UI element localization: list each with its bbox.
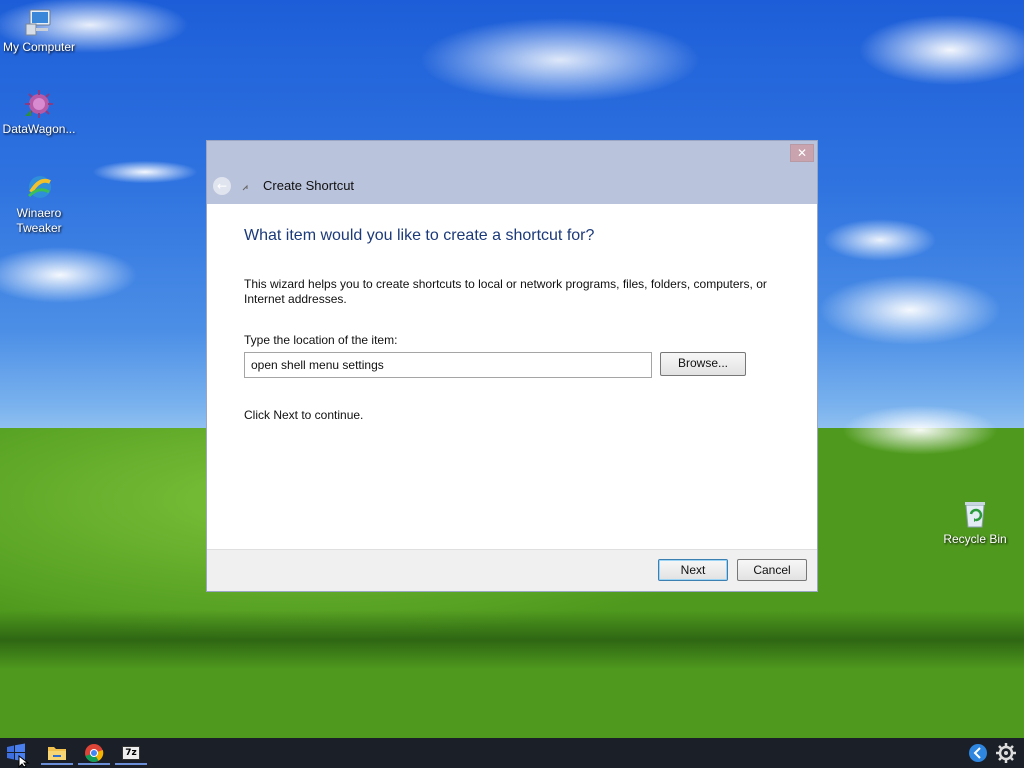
desktop-icon-winaero-tweaker[interactable]: Winaero Tweaker	[0, 172, 78, 236]
wizard-heading: What item would you like to create a sho…	[244, 227, 595, 244]
hill-shadow	[0, 610, 1024, 670]
taskbar-active-indicator	[78, 763, 110, 765]
desktop-icon-recycle-bin[interactable]: Recycle Bin	[936, 498, 1014, 547]
desktop-icon-my-computer[interactable]: My Computer	[0, 6, 78, 55]
datawagon-icon	[25, 90, 53, 118]
chrome-button[interactable]	[78, 741, 110, 765]
wizard-description: This wizard helps you to create shortcut…	[244, 277, 767, 306]
dialog-footer: Next Cancel	[207, 549, 817, 591]
file-explorer-icon	[48, 747, 66, 760]
continue-text: Click Next to continue.	[244, 408, 364, 422]
cancel-button[interactable]: Cancel	[737, 559, 807, 581]
chrome-icon	[85, 744, 104, 763]
settings-button[interactable]	[994, 741, 1018, 765]
desktop-icon-label: Winaero Tweaker	[16, 206, 62, 235]
next-button[interactable]: Next	[658, 559, 728, 581]
back-arrow-icon	[969, 744, 987, 762]
desktop-icon-label: DataWagon...	[2, 122, 76, 136]
winaero-tweaker-icon	[27, 176, 51, 198]
mouse-cursor-icon	[18, 755, 30, 768]
back-arrow-icon[interactable]: ←	[213, 177, 231, 195]
create-shortcut-dialog: ✕ ← Create Shortcut What item would you …	[206, 140, 818, 592]
file-explorer-button[interactable]	[41, 741, 73, 765]
location-label: Type the location of the item:	[244, 333, 398, 347]
taskbar-active-indicator	[115, 763, 147, 765]
gear-icon	[996, 743, 1016, 763]
computer-icon	[25, 9, 51, 36]
recycle-bin-icon	[965, 502, 985, 528]
dialog-title: Create Shortcut	[263, 178, 355, 193]
desktop-icon-label: Recycle Bin	[943, 532, 1007, 546]
tray-back-button[interactable]	[966, 741, 990, 765]
desktop-icon-label: My Computer	[2, 40, 76, 54]
dialog-titlebar[interactable]: ✕ ← Create Shortcut	[207, 141, 817, 204]
taskbar: 7z	[0, 738, 1024, 768]
7zip-button[interactable]: 7z	[115, 741, 147, 765]
taskbar-active-indicator	[41, 763, 73, 765]
shortcut-icon	[242, 184, 250, 192]
desktop-icon-datawagon[interactable]: DataWagon...	[0, 88, 78, 137]
close-button[interactable]: ✕	[790, 144, 814, 162]
browse-button[interactable]: Browse...	[660, 352, 746, 376]
location-input[interactable]	[244, 352, 652, 378]
7zip-icon: 7z	[122, 746, 140, 760]
